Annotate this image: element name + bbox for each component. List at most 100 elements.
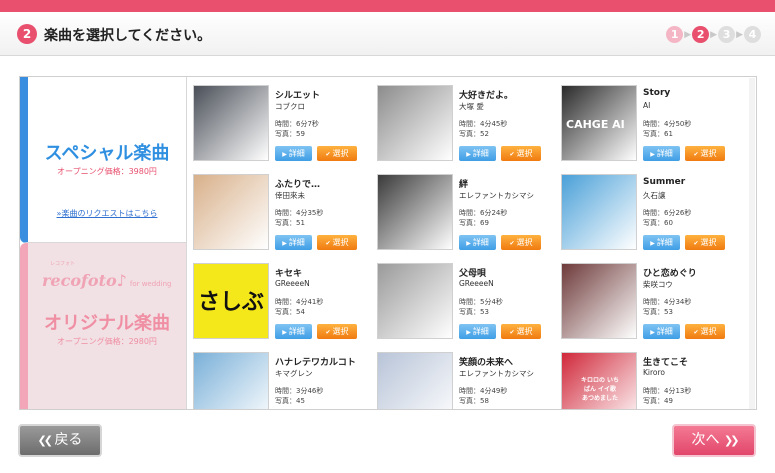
detail-button[interactable]: ▶ 詳細 <box>459 324 496 339</box>
song-card[interactable]: ふたりで… 倖田來未 時間：4分35秒 写真：51 ▶ 詳細 ✔ 選択 <box>193 174 373 262</box>
select-button-label: 選択 <box>516 149 533 158</box>
song-grid: シルエット コブクロ 時間：6分7秒 写真：59 ▶ 詳細 ✔ 選択 大好きだよ。 … <box>193 85 749 409</box>
album-thumbnail <box>193 85 269 161</box>
detail-button[interactable]: ▶ 詳細 <box>459 235 496 250</box>
song-selection-panel: スペシャル楽曲 オープニング価格：3980円 »楽曲のリクエストはこちら レコフ… <box>19 76 757 410</box>
select-button-label: 選択 <box>700 238 717 247</box>
song-artist: エレファントカシマシ <box>459 191 534 200</box>
song-card[interactable]: さしぶ キセキ GReeeeN 時間：4分41秒 写真：54 ▶ 詳細 ✔ 選択 <box>193 263 373 351</box>
brand-name: recofoto♪ <box>42 271 127 290</box>
song-duration: 時間：4分49秒 <box>459 387 508 395</box>
brand-sub: for wedding <box>129 280 172 288</box>
song-duration: 時間：6分7秒 <box>275 120 319 128</box>
album-art <box>378 175 452 249</box>
tab-special-songs[interactable]: スペシャル楽曲 オープニング価格：3980円 »楽曲のリクエストはこちら <box>20 77 187 243</box>
song-photo-count: 写真：58 <box>459 397 489 405</box>
tab-original-songs[interactable]: レコフォト recofoto♪ for wedding オリジナル楽曲 オープニン… <box>20 243 187 409</box>
song-title: 絆 <box>459 180 469 190</box>
song-card[interactable]: キロロの いちばん イイ歌 あつめました 生きてこそ Kiroro 時間：4分1… <box>561 352 741 409</box>
select-button[interactable]: ✔ 選択 <box>317 324 357 339</box>
detail-button[interactable]: ▶ 詳細 <box>643 324 680 339</box>
next-button-label: 次へ <box>691 432 720 448</box>
double-chevron-right-icon: ❯❯ <box>724 434 740 447</box>
song-duration: 時間：5分4秒 <box>459 298 503 306</box>
song-title: Summer <box>643 177 686 187</box>
top-accent-bar <box>0 0 775 12</box>
detail-button-label: 詳細 <box>472 149 489 158</box>
song-artist: GReeeeN <box>459 279 494 288</box>
step-2-indicator: 2 <box>692 26 710 43</box>
album-thumbnail: さしぶ <box>193 263 269 339</box>
song-photo-count: 写真：49 <box>643 397 673 405</box>
select-button[interactable]: ✔ 選択 <box>685 146 725 161</box>
song-card[interactable]: 笑顔の未来へ エレファントカシマシ 時間：4分49秒 写真：58 ▶詳細 ✔選択 <box>377 352 557 409</box>
check-icon: ✔ <box>509 329 515 336</box>
back-button-label: 戻る <box>54 432 83 448</box>
detail-button[interactable]: ▶ 詳細 <box>275 324 312 339</box>
song-title: ハナレテワカルコト <box>275 358 356 368</box>
select-button[interactable]: ✔ 選択 <box>685 235 725 250</box>
song-card[interactable]: 絆 エレファントカシマシ 時間：6分24秒 写真：69 ▶ 詳細 ✔ 選択 <box>377 174 557 262</box>
song-card[interactable]: シルエット コブクロ 時間：6分7秒 写真：59 ▶ 詳細 ✔ 選択 <box>193 85 373 173</box>
song-card[interactable]: 大好きだよ。 大塚 愛 時間：4分45秒 写真：52 ▶ 詳細 ✔ 選択 <box>377 85 557 173</box>
next-button[interactable]: 次へ ❯❯ <box>672 424 756 457</box>
album-thumbnail <box>377 352 453 409</box>
select-button-label: 選択 <box>516 327 533 336</box>
select-button-label: 選択 <box>516 238 533 247</box>
select-button[interactable]: ✔ 選択 <box>501 235 541 250</box>
page-title: 楽曲を選択してください。 <box>44 28 212 44</box>
album-thumbnail <box>561 263 637 339</box>
song-card[interactable]: ひと恋めぐり 柴咲コウ 時間：4分34秒 写真：53 ▶ 詳細 ✔ 選択 <box>561 263 741 351</box>
play-icon: ▶ <box>650 329 655 336</box>
song-request-link[interactable]: »楽曲のリクエストはこちら <box>28 208 186 219</box>
album-art: CAHGE AI <box>562 86 636 160</box>
album-art <box>378 264 452 338</box>
detail-button[interactable]: ▶ 詳細 <box>275 146 312 161</box>
song-duration: 時間：4分41秒 <box>275 298 324 306</box>
check-icon: ✔ <box>693 240 699 247</box>
select-button[interactable]: ✔ 選択 <box>501 146 541 161</box>
play-icon: ▶ <box>466 329 471 336</box>
song-card[interactable]: 父母唄 GReeeeN 時間：5分4秒 写真：53 ▶ 詳細 ✔ 選択 <box>377 263 557 351</box>
album-art-lettering: CAHGE AI <box>566 118 625 131</box>
song-card[interactable]: ハナレテワカルコト キマグレン 時間：3分46秒 写真：45 ▶詳細 ✔選択 <box>193 352 373 409</box>
song-photo-count: 写真：61 <box>643 130 673 138</box>
song-card[interactable]: Summer 久石譲 時間：6分26秒 写真：60 ▶ 詳細 ✔ 選択 <box>561 174 741 262</box>
scrollbar[interactable] <box>749 78 755 409</box>
song-artist: コブクロ <box>275 102 305 111</box>
detail-button-label: 詳細 <box>656 327 673 336</box>
check-icon: ✔ <box>325 329 331 336</box>
select-button[interactable]: ✔ 選択 <box>685 324 725 339</box>
detail-button[interactable]: ▶ 詳細 <box>275 235 312 250</box>
song-duration: 時間：4分34秒 <box>643 298 692 306</box>
select-button-label: 選択 <box>700 149 717 158</box>
song-title: 笑顔の未来へ <box>459 358 514 368</box>
detail-button[interactable]: ▶ 詳細 <box>459 146 496 161</box>
song-artist: エレファントカシマシ <box>459 369 534 378</box>
song-duration: 時間：4分45秒 <box>459 120 508 128</box>
check-icon: ✔ <box>509 240 515 247</box>
song-title: ひと恋めぐり <box>643 269 697 279</box>
step-number-badge: 2 <box>17 24 37 44</box>
select-button[interactable]: ✔ 選択 <box>317 146 357 161</box>
song-duration: 時間：3分46秒 <box>275 387 324 395</box>
album-art <box>378 353 452 409</box>
song-duration: 時間：4分13秒 <box>643 387 692 395</box>
song-title: 父母唄 <box>459 269 487 279</box>
select-button-label: 選択 <box>332 327 349 336</box>
detail-button[interactable]: ▶ 詳細 <box>643 235 680 250</box>
play-icon: ▶ <box>282 240 287 247</box>
detail-button[interactable]: ▶ 詳細 <box>643 146 680 161</box>
album-art <box>562 175 636 249</box>
step-arrow-icon: ▶ <box>684 29 692 40</box>
album-thumbnail <box>377 263 453 339</box>
check-icon: ✔ <box>509 151 515 158</box>
play-icon: ▶ <box>466 240 471 247</box>
album-thumbnail <box>377 85 453 161</box>
select-button[interactable]: ✔ 選択 <box>501 324 541 339</box>
check-icon: ✔ <box>693 329 699 336</box>
song-card[interactable]: CAHGE AI Story AI 時間：4分50秒 写真：61 ▶ 詳細 ✔ 選択 <box>561 85 741 173</box>
select-button[interactable]: ✔ 選択 <box>317 235 357 250</box>
back-button[interactable]: ❮❮ 戻る <box>18 424 102 457</box>
album-thumbnail <box>377 174 453 250</box>
